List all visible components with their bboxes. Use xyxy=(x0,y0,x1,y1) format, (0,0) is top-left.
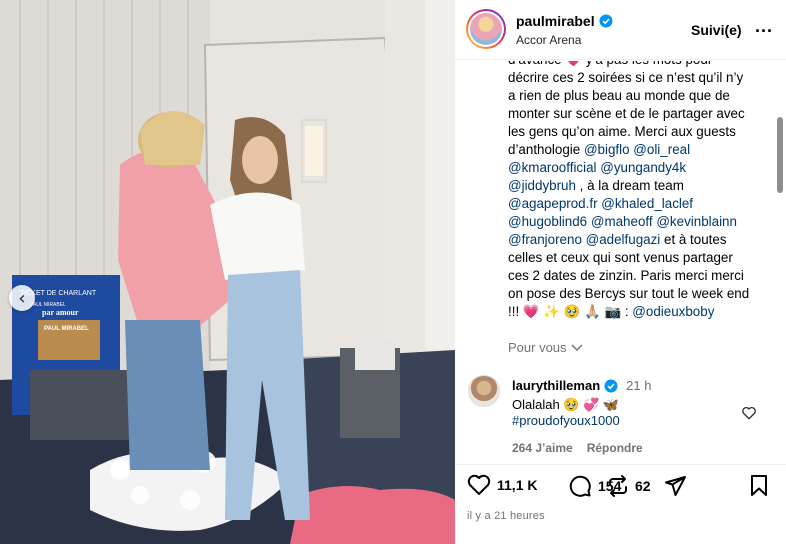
caption-text: monter sur scène et de le partager avec xyxy=(508,106,745,121)
actions-divider xyxy=(455,464,786,465)
repost-action[interactable]: 62 xyxy=(607,474,651,498)
caption-mention-link[interactable]: @maheoff xyxy=(591,214,653,229)
comment-header: laurythilleman 21 h xyxy=(512,378,651,393)
poster-line3: par amour xyxy=(42,308,79,317)
caption-text: !!! 💗 ✨ 🥹 🙏🏼 📷 : xyxy=(508,304,633,319)
caption-mention-link[interactable]: @hugoblind6 xyxy=(508,214,587,229)
caption-mention-link[interactable]: @agapeprod.fr xyxy=(508,196,598,211)
caption-line: !!! 💗 ✨ 🥹 🙏🏼 📷 : @odieuxboby xyxy=(508,303,768,321)
caption-line: @agapeprod.fr @khaled_laclef xyxy=(508,195,768,213)
caption-text: décrire ces 2 soirées si ce n’est qu’il … xyxy=(508,70,744,85)
comment-meta: 264 J’aime Répondre xyxy=(512,441,643,455)
author-username-row[interactable]: paulmirabel xyxy=(516,13,613,29)
post-actions-bar: 11,1 K 154 62 xyxy=(455,474,786,504)
caption-mention-link[interactable]: @kevinblainn xyxy=(656,214,737,229)
caption-text: , à la dream team xyxy=(575,178,684,193)
like-count[interactable]: 11,1 K xyxy=(497,477,537,493)
caption-line: ces 2 dates de zinzin. Paris merci merci xyxy=(508,267,768,285)
caption-line: décrire ces 2 soirées si ce n’est qu’il … xyxy=(508,69,768,87)
for-you-toggle[interactable]: Pour vous xyxy=(508,340,583,355)
post-side-panel: paulmirabel Accor Arena Suivi(e) ... d’a… xyxy=(455,0,786,544)
chevron-down-icon xyxy=(571,343,583,351)
comment-hashtag[interactable]: #proudofyoux1000 xyxy=(512,413,620,428)
post-timestamp[interactable]: il y a 21 heures xyxy=(467,510,545,522)
caption-line: d’avance 💗 y’a pas les mots pour xyxy=(508,61,768,69)
for-you-label[interactable]: Pour vous xyxy=(508,340,567,355)
caption-mention-link[interactable]: @yungandy4k xyxy=(600,160,686,175)
commenter-avatar[interactable] xyxy=(468,375,500,407)
caption-text: ces 2 dates de zinzin. Paris merci merci xyxy=(508,268,744,283)
caption-line: a rien de plus beau au monde que de xyxy=(508,87,768,105)
caption-line: les gens qu’on aime. Merci aux guests xyxy=(508,123,768,141)
author-username[interactable]: paulmirabel xyxy=(516,13,595,29)
caption-mention-link[interactable]: @adelfugazi xyxy=(586,232,661,247)
post-caption: d’avance 💗 y’a pas les mots pour décrire … xyxy=(508,61,768,321)
caption-mention-link[interactable]: @khaled_laclef xyxy=(601,196,693,211)
repost-count[interactable]: 62 xyxy=(635,478,651,494)
more-options-icon[interactable]: ... xyxy=(755,16,773,37)
caption-line: @jiddybruh , à la dream team xyxy=(508,177,768,195)
caption-mention-link[interactable]: @bigflo xyxy=(584,142,630,157)
commenter-verified-icon xyxy=(604,379,618,392)
caption-text: d’anthologie xyxy=(508,142,584,157)
author-avatar-image xyxy=(470,13,502,45)
caption-mention-link[interactable]: @odieuxboby xyxy=(632,304,714,319)
scrollbar-thumb[interactable] xyxy=(777,117,783,193)
commenter-username[interactable]: laurythilleman xyxy=(512,378,600,393)
caption-mention-link[interactable]: @oli_real xyxy=(633,142,690,157)
send-icon[interactable] xyxy=(663,474,687,498)
save-action[interactable] xyxy=(749,474,769,498)
post-location[interactable]: Accor Arena xyxy=(516,33,581,47)
caption-line: d’anthologie @bigflo @oli_real xyxy=(508,141,768,159)
like-action[interactable]: 11,1 K xyxy=(467,474,537,496)
caption-line: @kmaroofficial @yungandy4k xyxy=(508,159,768,177)
post-image: TICKET DE CHARLANT PAUL MIRABEL par amou… xyxy=(0,0,455,544)
caption-line: on pose des Bercys sur tout le week end xyxy=(508,285,768,303)
comment-likes[interactable]: 264 J’aime xyxy=(512,441,573,455)
post-header: paulmirabel Accor Arena Suivi(e) ... xyxy=(455,0,786,60)
comment-like-heart-icon[interactable] xyxy=(741,406,757,420)
caption-text: a rien de plus beau au monde que de xyxy=(508,88,730,103)
comments-scroll-area[interactable]: d’avance 💗 y’a pas les mots pour décrire … xyxy=(455,61,786,464)
caption-line: @hugoblind6 @maheoff @kevinblainn xyxy=(508,213,768,231)
comment-text: Olalalah 🥹 💞 🦋 xyxy=(512,397,620,412)
caption-line: celles et ceux qui sont venus partager xyxy=(508,249,768,267)
caption-mention-link[interactable]: @franjoreno xyxy=(508,232,582,247)
author-avatar[interactable] xyxy=(466,9,506,49)
repost-icon[interactable] xyxy=(607,474,629,498)
caption-text: les gens qu’on aime. Merci aux guests xyxy=(508,124,736,139)
share-action[interactable] xyxy=(663,474,687,498)
caption-text: on pose des Bercys sur tout le week end xyxy=(508,286,750,301)
heart-icon[interactable] xyxy=(467,474,491,496)
caption-mention-link[interactable]: @kmaroofficial xyxy=(508,160,597,175)
caption-text: et à toutes xyxy=(660,232,727,247)
bookmark-icon[interactable] xyxy=(749,474,769,498)
verified-badge-icon xyxy=(599,14,613,28)
caption-line: monter sur scène et de le partager avec xyxy=(508,105,768,123)
caption-text: celles et ceux qui sont venus partager xyxy=(508,250,733,265)
comment-icon[interactable] xyxy=(568,474,592,498)
post-photo[interactable]: TICKET DE CHARLANT PAUL MIRABEL par amou… xyxy=(0,0,455,544)
caption-text: d’avance 💗 y’a pas les mots pour xyxy=(508,61,712,67)
caption-line: @franjoreno @adelfugazi et à toutes xyxy=(508,231,768,249)
comment-reply-button[interactable]: Répondre xyxy=(587,441,643,455)
following-button[interactable]: Suivi(e) xyxy=(691,22,742,38)
comment-time[interactable]: 21 h xyxy=(626,378,651,393)
chevron-left-icon: ‹ xyxy=(18,287,26,309)
poster-line4: PAUL MIRABEL xyxy=(44,326,89,332)
caption-mention-link[interactable]: @jiddybruh xyxy=(508,178,576,193)
previous-photo-button[interactable]: ‹ xyxy=(9,285,35,311)
